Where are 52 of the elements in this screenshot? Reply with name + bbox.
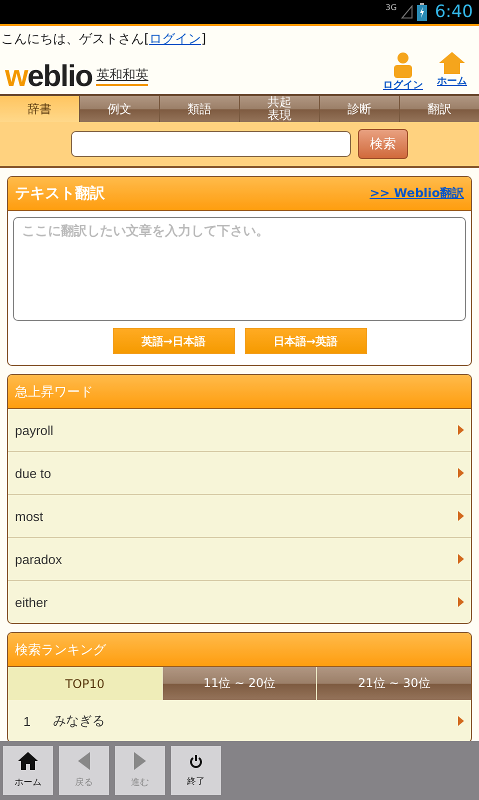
card-title: 検索ランキング xyxy=(15,642,106,658)
header-link[interactable]: ログイン xyxy=(383,52,423,92)
toolbar-button[interactable]: 終了 xyxy=(171,746,221,795)
toolbar-button[interactable]: ホーム xyxy=(3,746,53,795)
word-text: みなぎる xyxy=(53,712,106,730)
arrow-right-icon xyxy=(458,716,464,726)
word-list-item[interactable]: most xyxy=(8,494,471,537)
signal-icon xyxy=(400,5,413,19)
word-text: either xyxy=(15,594,48,610)
arrow-right-icon xyxy=(458,425,464,435)
search-field[interactable] xyxy=(71,131,351,157)
header-link[interactable]: ホーム xyxy=(437,52,467,92)
network-label: 3G xyxy=(386,3,397,12)
clock: 6:40 xyxy=(434,2,473,22)
arrow-right-icon xyxy=(458,511,464,521)
word-text: due to xyxy=(15,466,52,480)
logo[interactable]: weblio xyxy=(5,62,92,92)
translator-link[interactable]: >> Weblio翻訳 xyxy=(370,185,464,202)
login-link[interactable]: ログイン xyxy=(149,32,202,47)
nav-tab[interactable]: 辞書 xyxy=(0,96,79,122)
person-icon xyxy=(393,52,413,78)
word-list-item[interactable]: either xyxy=(8,580,471,623)
back-icon xyxy=(78,752,90,770)
card-title: テキスト翻訳 xyxy=(15,184,105,203)
card-title: 急上昇ワード xyxy=(15,384,93,400)
power-icon xyxy=(189,753,203,769)
ranking-tab[interactable]: 21位 ~ 30位 xyxy=(317,667,471,700)
word-list-item[interactable]: payroll xyxy=(8,409,471,451)
nav-tab[interactable]: 翻訳 xyxy=(400,96,479,122)
ranking-tab[interactable]: TOP10 xyxy=(8,667,162,700)
forward-icon xyxy=(134,752,146,770)
home-icon xyxy=(18,752,38,770)
arrow-right-icon xyxy=(458,554,464,564)
word-list-item[interactable]: paradox xyxy=(8,537,471,580)
nav-tab[interactable]: 診断 xyxy=(320,96,399,122)
arrow-right-icon xyxy=(458,468,464,478)
dictionary-subtitle-link[interactable]: 英和和英 xyxy=(96,66,148,86)
rank-number: 1 xyxy=(22,714,32,728)
word-text: most xyxy=(15,508,44,524)
word-list-item[interactable]: due to xyxy=(8,451,471,494)
text-input-area[interactable]: ここに翻訳したい文章を入力して下さい。 xyxy=(13,217,466,321)
arrow-right-icon xyxy=(458,597,464,607)
word-text: paradox xyxy=(15,552,62,566)
ranking-list-item[interactable]: 1 みなぎる xyxy=(8,700,471,741)
nav-tab[interactable]: 例文 xyxy=(80,96,159,122)
home-icon xyxy=(439,52,465,74)
ranking-tab[interactable]: 11位 ~ 20位 xyxy=(162,667,316,700)
nav-tab[interactable]: 共起表現 xyxy=(240,96,319,122)
battery-icon xyxy=(416,3,427,21)
greeting-text: こんにちは、ゲストさん[ログイン] xyxy=(0,31,208,48)
word-text: payroll xyxy=(15,422,54,438)
nav-tab[interactable]: 類語 xyxy=(160,96,239,122)
